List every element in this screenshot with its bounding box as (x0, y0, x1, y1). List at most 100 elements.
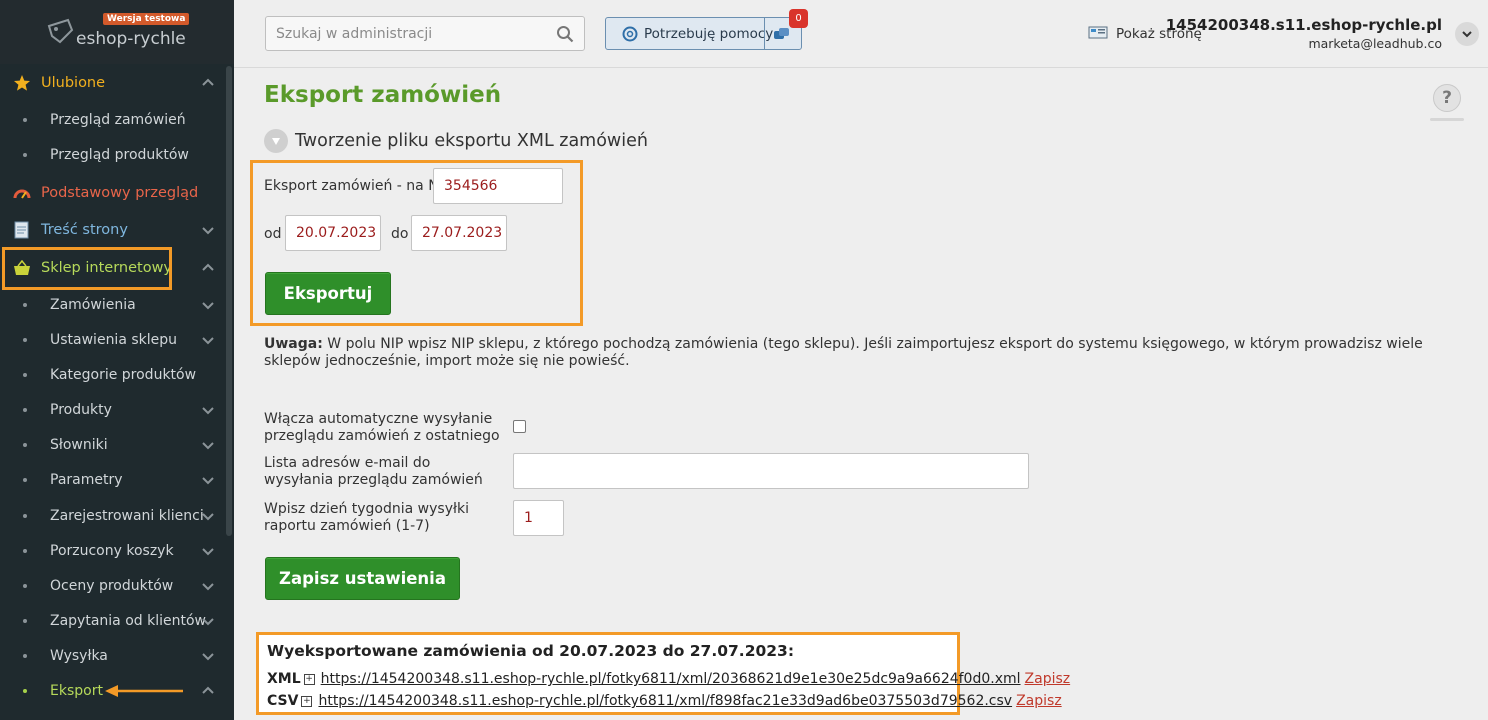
date-from-input[interactable] (286, 216, 380, 250)
document-icon (13, 221, 31, 239)
chevron-down-icon[interactable] (200, 508, 216, 524)
sidebar-item-porzucony-koszyk[interactable]: Porzucony koszyk (0, 533, 226, 568)
sidebar-item-label: Sklep internetowy (41, 260, 173, 276)
monitor-icon (1088, 26, 1108, 39)
bullet (23, 152, 27, 157)
weekday-label: Wpisz dzień tygodnia wysyłki raportu zam… (264, 501, 469, 534)
account-menu-button[interactable] (1455, 22, 1479, 46)
weekday-input[interactable] (514, 501, 563, 535)
date-to-input[interactable] (412, 216, 506, 250)
page-title: Eksport zamówień (264, 82, 502, 108)
chevron-down-icon[interactable] (200, 437, 216, 453)
date-to-field[interactable] (411, 215, 507, 251)
sidebar-item-zapytania-od-klientow[interactable]: Zapytania od klientów (0, 603, 226, 638)
to-label: do (391, 226, 409, 242)
help-button[interactable]: Potrzebuję pomocy (605, 17, 802, 50)
bullet (23, 548, 27, 553)
sidebar-item-label: Przegląd zamówień (50, 111, 186, 128)
exported-files-box: Wyeksportowane zamówienia od 20.07.2023 … (256, 632, 1070, 715)
help-label: Potrzebuję pomocy (644, 25, 774, 42)
bullet (23, 442, 27, 447)
sidebar-item-label: Zapytania od klientów (50, 612, 206, 629)
collapse-toggle-icon[interactable] (264, 129, 288, 153)
bullet (23, 583, 27, 588)
logo[interactable]: Wersja testowa eshop-rychle (0, 0, 234, 64)
bullet (23, 407, 27, 412)
bullet (23, 513, 27, 518)
notification-badge[interactable]: 0 (789, 9, 808, 28)
chevron-up-icon[interactable] (200, 683, 216, 699)
arrow-pointer-icon (105, 685, 183, 697)
sidebar-item-sklep-internetowy[interactable]: Sklep internetowy (0, 250, 226, 286)
chevron-down-icon[interactable] (200, 297, 216, 313)
chevron-down-icon[interactable] (200, 578, 216, 594)
gauge-icon (13, 184, 31, 202)
sidebar-item-eksport[interactable]: Eksport (0, 673, 226, 708)
sidebar-item-przeglad-produktow[interactable]: Przegląd produktów (0, 137, 226, 172)
chevron-down-icon[interactable] (200, 402, 216, 418)
auto-send-checkbox[interactable] (513, 420, 526, 433)
emails-input[interactable] (514, 454, 1028, 488)
top-header: Potrzebuję pomocy 0 Pokaż stronę 1454200… (234, 0, 1488, 68)
sidebar-item-slowniki[interactable]: Słowniki (0, 427, 226, 462)
search-box[interactable] (265, 16, 585, 51)
sidebar-item-przeglad-zamowien[interactable]: Przegląd zamówień (0, 102, 226, 137)
chevron-down-icon[interactable] (200, 472, 216, 488)
bullet-active (23, 688, 27, 693)
help-icon[interactable]: ? (1433, 84, 1461, 112)
chevron-down-icon[interactable] (200, 613, 216, 629)
date-from-field[interactable] (285, 215, 381, 251)
lifebuoy-icon (622, 26, 638, 42)
emails-field[interactable] (513, 453, 1029, 489)
chevron-down-icon[interactable] (200, 222, 216, 238)
nip-input[interactable] (434, 169, 562, 203)
sidebar-item-label: Ustawienia sklepu (50, 331, 178, 348)
save-settings-button[interactable]: Zapisz ustawienia (265, 557, 460, 600)
chevron-up-icon[interactable] (200, 75, 216, 91)
sidebar-item-oceny-produktow[interactable]: Oceny produktów (0, 568, 226, 603)
sidebar-item-kategorie-produktow[interactable]: Kategorie produktów (0, 357, 226, 392)
chevron-down-icon[interactable] (200, 543, 216, 559)
sidebar-item-podstawowy-przeglad[interactable]: Podstawowy przegląd (0, 175, 226, 211)
file-format: CSV (267, 693, 299, 709)
sidebar-item-zamowienia[interactable]: Zamówienia (0, 287, 226, 322)
divider (764, 18, 765, 49)
bullet (23, 302, 27, 307)
sidebar-item-label: Wysyłka (50, 647, 108, 664)
weekday-field[interactable] (513, 500, 564, 536)
section-header[interactable]: Tworzenie pliku eksportu XML zamówień (264, 129, 648, 153)
account-host: 1454200348.s11.eshop-rychle.pl (1165, 16, 1442, 34)
search-input[interactable] (266, 17, 546, 50)
star-icon (13, 74, 31, 92)
chevron-down-icon[interactable] (200, 332, 216, 348)
sidebar-item-ulubione[interactable]: Ulubione (0, 65, 226, 101)
sidebar-scrollbar[interactable] (226, 66, 232, 536)
sidebar-item-wysylka[interactable]: Wysyłka (0, 638, 226, 673)
sidebar-item-label: Treść strony (41, 222, 128, 238)
sidebar-item-produkty[interactable]: Produkty (0, 392, 226, 427)
sidebar-item-label: Zamówienia (50, 296, 136, 313)
sidebar-item-tresc-strony[interactable]: Treść strony (0, 212, 226, 248)
chat-icon[interactable] (773, 26, 791, 42)
sidebar-item-zarejestrowani-klienci[interactable]: Zarejestrowani klienci (0, 498, 226, 533)
brand-name: eshop-rychle (76, 29, 186, 49)
basket-icon (13, 259, 31, 277)
search-icon[interactable] (556, 25, 574, 43)
bullet (23, 477, 27, 482)
sidebar-item-label: Parametry (50, 471, 123, 488)
export-button[interactable]: Eksportuj (265, 272, 391, 315)
save-link[interactable]: Zapisz (1016, 693, 1062, 709)
nip-field[interactable] (433, 168, 563, 204)
account-info[interactable]: 1454200348.s11.eshop-rychle.pl marketa@l… (1166, 16, 1442, 51)
save-link[interactable]: Zapisz (1025, 671, 1071, 687)
expand-icon[interactable]: + (301, 695, 313, 707)
file-link[interactable]: https://1454200348.s11.eshop-rychle.pl/f… (318, 693, 1012, 709)
sidebar-item-ustawienia-sklepu[interactable]: Ustawienia sklepu (0, 322, 226, 357)
sidebar-item-label: Porzucony koszyk (50, 542, 174, 559)
expand-icon[interactable]: + (303, 673, 315, 685)
chevron-up-icon[interactable] (200, 260, 216, 276)
file-link[interactable]: https://1454200348.s11.eshop-rychle.pl/f… (321, 671, 1021, 687)
exported-heading: Wyeksportowane zamówienia od 20.07.2023 … (267, 642, 795, 660)
sidebar-item-parametry[interactable]: Parametry (0, 462, 226, 497)
chevron-down-icon[interactable] (200, 648, 216, 664)
